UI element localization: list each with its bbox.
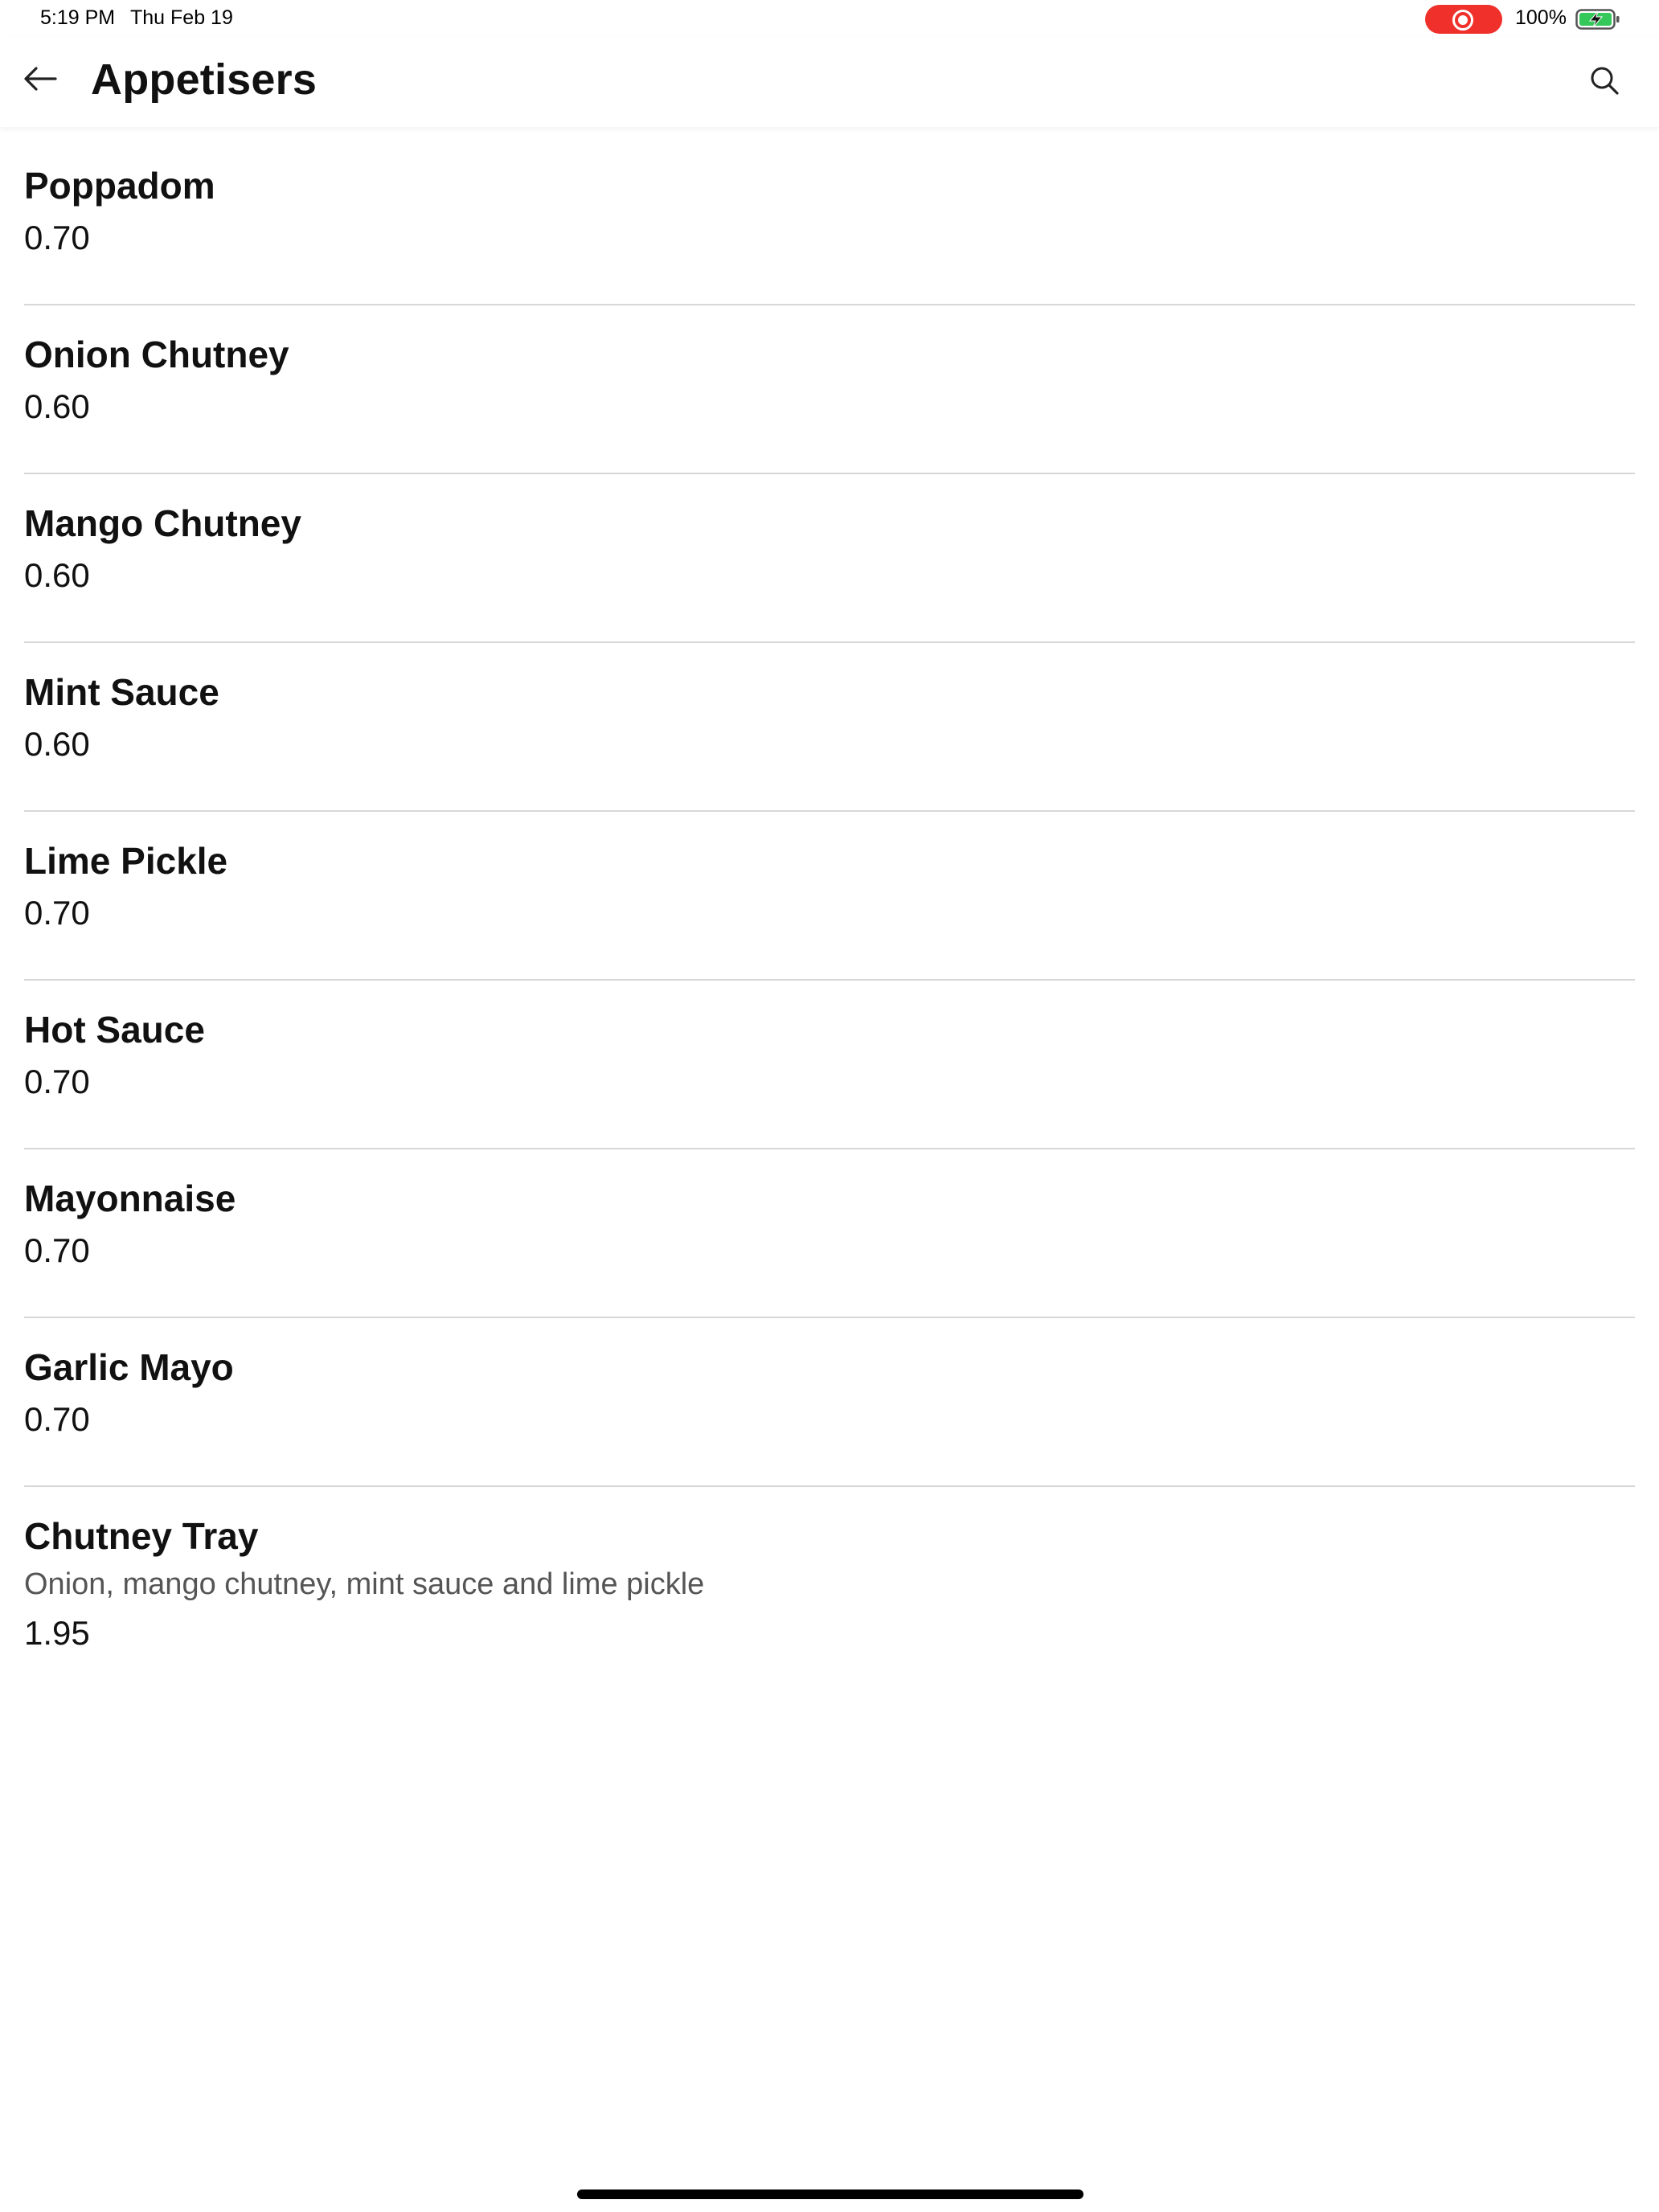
search-icon [1591, 67, 1619, 95]
menu-item-mint-sauce[interactable]: Mint Sauce 0.60 [24, 643, 1635, 812]
item-price: 0.60 [24, 725, 90, 763]
item-name: Onion Chutney [24, 334, 289, 375]
item-name: Poppadom [24, 165, 215, 207]
menu-item-mango-chutney[interactable]: Mango Chutney 0.60 [24, 474, 1635, 643]
battery-percentage: 100% [1515, 6, 1567, 29]
item-price: 0.60 [24, 556, 90, 594]
item-price: 1.95 [24, 1614, 90, 1652]
item-price: 0.70 [24, 894, 90, 932]
record-dot-icon [1458, 15, 1468, 25]
item-name: Lime Pickle [24, 840, 228, 882]
menu-item-poppadom[interactable]: Poppadom 0.70 [24, 137, 1635, 305]
menu-list: Poppadom 0.70 Onion Chutney 0.60 Mango C… [24, 137, 1635, 1656]
screen-recording-indicator[interactable] [1425, 5, 1502, 34]
status-time: 5:19 PM [40, 6, 116, 29]
item-name: Garlic Mayo [24, 1346, 234, 1388]
app-header: Appetisers [0, 37, 1659, 127]
status-date: Thu Feb 19 [130, 6, 233, 29]
back-button[interactable] [16, 55, 64, 103]
page-title: Appetisers [91, 55, 317, 104]
item-price: 0.70 [24, 1400, 90, 1438]
item-description: Onion, mango chutney, mint sauce and lim… [24, 1567, 705, 1601]
item-name: Mayonnaise [24, 1178, 236, 1219]
item-name: Chutney Tray [24, 1515, 259, 1557]
item-price: 0.60 [24, 387, 90, 425]
item-name: Mint Sauce [24, 671, 219, 713]
item-price: 0.70 [24, 1063, 90, 1100]
menu-item-garlic-mayo[interactable]: Garlic Mayo 0.70 [24, 1318, 1635, 1487]
menu-item-hot-sauce[interactable]: Hot Sauce 0.70 [24, 981, 1635, 1149]
screen: 5:19 PM Thu Feb 19 100% Appetisers Poppa… [0, 0, 1659, 2212]
home-indicator[interactable] [577, 2189, 1083, 2199]
item-name: Mango Chutney [24, 502, 301, 544]
search-button[interactable] [1580, 56, 1628, 104]
item-price: 0.70 [24, 219, 90, 256]
battery-charging-icon [1575, 9, 1620, 30]
menu-item-mayonnaise[interactable]: Mayonnaise 0.70 [24, 1149, 1635, 1318]
item-price: 0.70 [24, 1231, 90, 1269]
item-name: Hot Sauce [24, 1009, 205, 1051]
menu-item-lime-pickle[interactable]: Lime Pickle 0.70 [24, 812, 1635, 981]
menu-item-chutney-tray[interactable]: Chutney Tray Onion, mango chutney, mint … [24, 1487, 1635, 1656]
status-bar: 5:19 PM Thu Feb 19 100% [0, 0, 1659, 37]
menu-item-onion-chutney[interactable]: Onion Chutney 0.60 [24, 305, 1635, 474]
arrow-left-icon [24, 67, 57, 91]
